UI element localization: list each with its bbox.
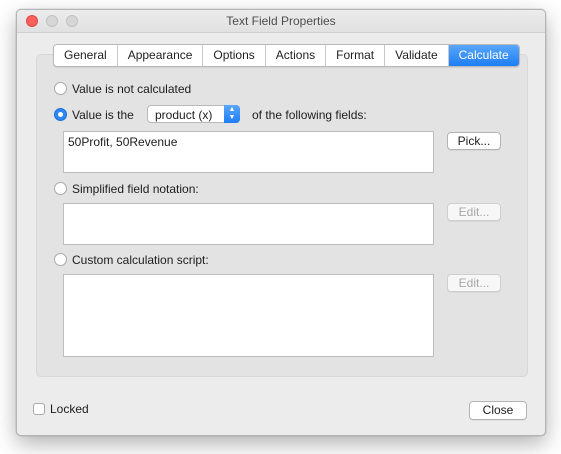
edit-custom-script-button[interactable]: Edit... (447, 274, 501, 292)
fields-list-input[interactable]: 50Profit, 50Revenue (63, 131, 434, 173)
tab-options[interactable]: Options (203, 45, 266, 66)
locked-label: Locked (50, 402, 89, 416)
title-bar: Text Field Properties (17, 10, 545, 33)
label-value-is-the: Value is the (72, 108, 134, 122)
radio-simplified-notation[interactable] (54, 182, 67, 195)
radio-custom-script[interactable] (54, 253, 67, 266)
dialog-window: Text Field Properties General Appearance… (16, 9, 546, 436)
radio-value-is-the[interactable] (54, 108, 67, 121)
simplified-notation-input[interactable] (63, 203, 434, 245)
radio-not-calculated[interactable] (54, 82, 67, 95)
fields-list-value: 50Profit, 50Revenue (68, 135, 178, 149)
operation-select-value: product (x) (155, 108, 213, 122)
tab-general[interactable]: General (54, 45, 118, 66)
tab-appearance[interactable]: Appearance (118, 45, 204, 66)
label-simplified-notation: Simplified field notation: (72, 182, 199, 196)
tab-bar: General Appearance Options Actions Forma… (53, 44, 520, 67)
tab-actions[interactable]: Actions (266, 45, 327, 66)
tab-format[interactable]: Format (326, 45, 386, 66)
locked-checkbox[interactable] (33, 403, 45, 415)
tab-validate[interactable]: Validate (385, 45, 449, 66)
up-down-chevron-icon: ▲ ▼ (224, 105, 240, 123)
label-of-following-fields: of the following fields: (252, 108, 367, 122)
tab-calculate[interactable]: Calculate (448, 45, 519, 66)
custom-script-input[interactable] (63, 274, 434, 357)
window-title: Text Field Properties (226, 14, 336, 28)
operation-select[interactable]: product (x) ▲ ▼ (147, 105, 240, 123)
label-not-calculated: Value is not calculated (72, 82, 192, 96)
close-button[interactable]: Close (469, 401, 527, 420)
label-custom-script: Custom calculation script: (72, 253, 209, 267)
pick-button[interactable]: Pick... (447, 132, 501, 150)
edit-simplified-button[interactable]: Edit... (447, 203, 501, 221)
